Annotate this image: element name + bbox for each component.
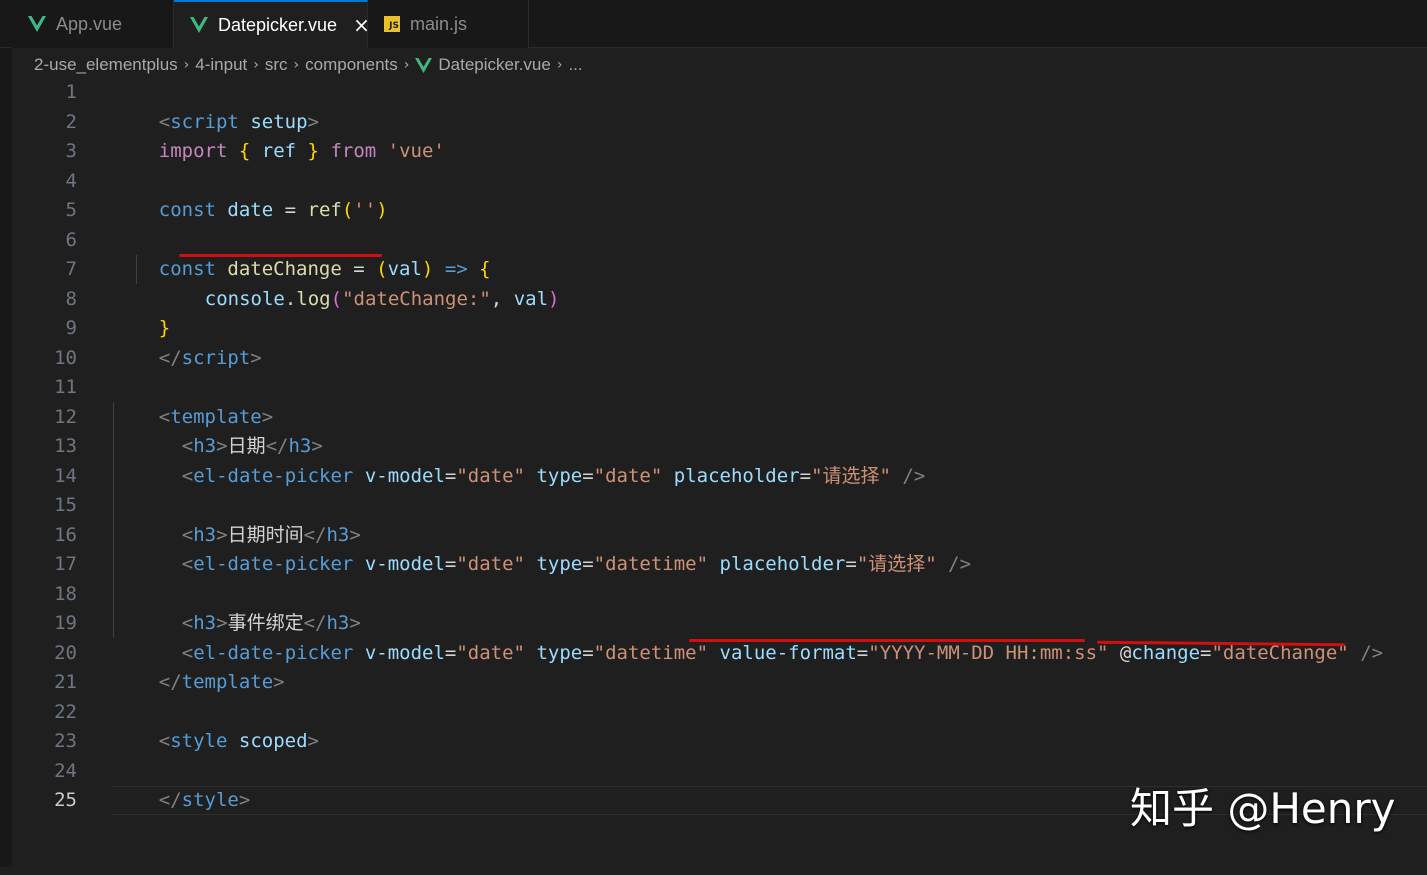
tab-main-js[interactable]: JS main.js — [368, 0, 529, 48]
annotation-underline — [689, 639, 1085, 642]
chevron-right-icon: › — [403, 57, 410, 73]
js-icon: JS — [384, 16, 400, 32]
tab-datepicker-vue[interactable]: Datepicker.vue × — [174, 0, 370, 48]
vue-icon — [190, 17, 208, 33]
code-editor[interactable]: 1 2 3 4 5 6 7 8 9 10 11 12 13 14 15 16 17 18 19 20 21 22 23 24 2… — [12, 78, 1427, 867]
line-number: 10 — [54, 346, 77, 369]
watermark: 知乎 @Henry — [1130, 784, 1396, 833]
activity-strip — [0, 0, 12, 867]
code-line: </script> — [158, 346, 262, 369]
chevron-right-icon: › — [253, 57, 259, 73]
breadcrumb-item[interactable]: Datepicker.vue — [438, 55, 550, 75]
code-line: <el-date-picker v-model="date" type="dat… — [181, 464, 926, 487]
vue-icon — [28, 16, 46, 32]
code-line: const dateChange = (val) => { — [158, 258, 491, 280]
code-line: <h3>日期时间</h3> — [181, 523, 361, 546]
code-line: <template> — [158, 405, 274, 428]
breadcrumb-item[interactable]: components — [305, 55, 398, 75]
breadcrumb-item[interactable]: 4-input — [195, 55, 247, 75]
chevron-right-icon: › — [183, 57, 190, 73]
annotation-underline — [179, 254, 382, 257]
code-line: const date = ref('') — [158, 199, 388, 221]
chevron-right-icon: › — [556, 57, 563, 73]
tab-label: Datepicker.vue — [218, 14, 338, 35]
code-line: console.log("dateChange:", val) — [204, 287, 560, 310]
vue-icon — [415, 57, 433, 73]
line-number: 23 — [54, 730, 77, 752]
breadcrumb: 2-use_elementplus › 4-input › src › comp… — [12, 48, 1427, 82]
line-number: 14 — [54, 464, 77, 487]
chevron-right-icon: › — [293, 57, 300, 73]
breadcrumb-item[interactable]: 2-use_elementplus — [34, 55, 178, 75]
breadcrumb-item[interactable]: ... — [568, 55, 582, 75]
code-line: <el-date-picker v-model="date" type="dat… — [181, 641, 1384, 664]
line-number: 3 — [65, 140, 77, 162]
tab-bar: App.vue Datepicker.vue × JS main.js — [0, 0, 1427, 48]
code-line: <h3>事件绑定</h3> — [181, 612, 361, 634]
line-number: 17 — [54, 553, 77, 575]
breadcrumb-item[interactable]: src — [265, 55, 288, 75]
code-line: } — [158, 317, 171, 339]
tab-label: main.js — [410, 13, 468, 34]
code-line: <style scoped> — [158, 730, 319, 752]
code-line: <script setup> — [158, 110, 319, 133]
js-badge-text: JS — [389, 21, 399, 31]
line-number: 21 — [54, 671, 77, 693]
code-line: <el-date-picker v-model="date" type="dat… — [181, 553, 972, 575]
code-line: import { ref } from 'vue' — [158, 140, 445, 162]
line-number: 5 — [65, 199, 77, 221]
tab-label: App.vue — [56, 13, 123, 34]
code-line: <h3>日期</h3> — [181, 435, 323, 457]
tab-app-vue[interactable]: App.vue — [12, 0, 174, 48]
